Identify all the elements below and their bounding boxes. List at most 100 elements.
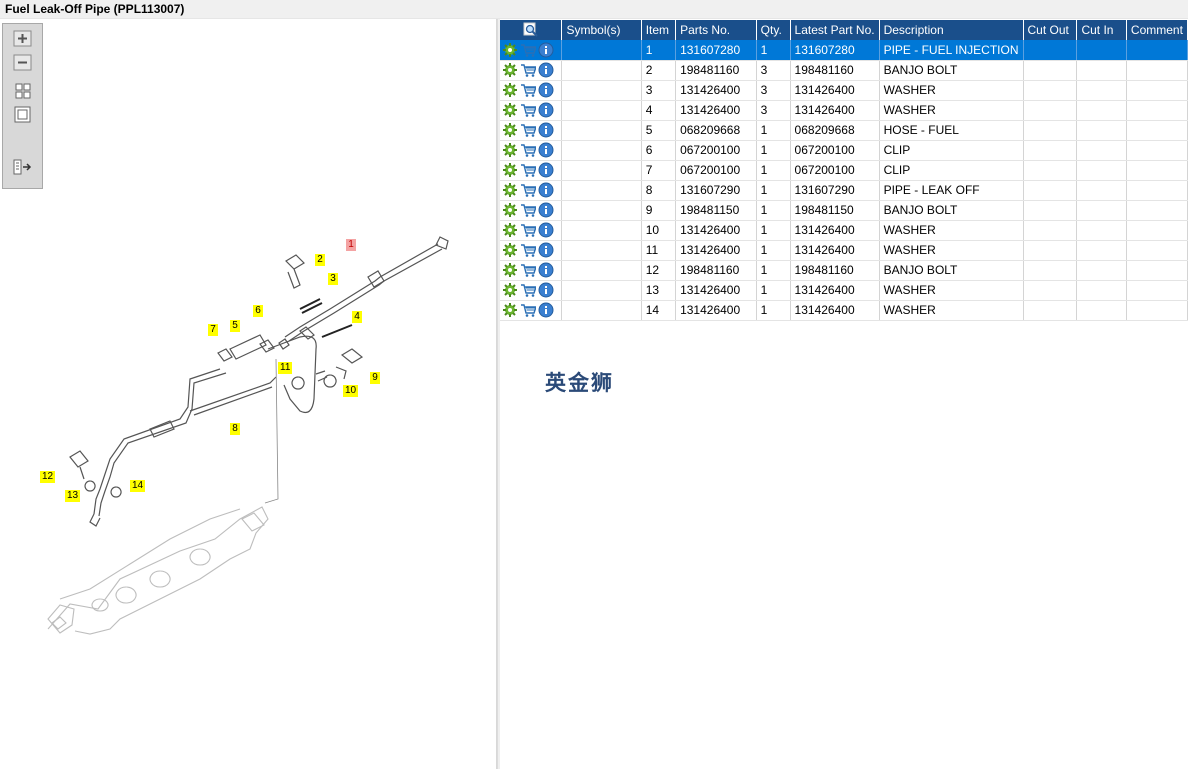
cart-icon[interactable] bbox=[520, 142, 537, 158]
gear-icon[interactable] bbox=[502, 282, 518, 298]
header-cut-in[interactable]: Cut In bbox=[1076, 20, 1127, 40]
info-icon[interactable] bbox=[538, 142, 554, 158]
gear-icon[interactable] bbox=[502, 202, 518, 218]
table-row[interactable]: 9 198481150 1 198481150 BANJO BOLT bbox=[500, 200, 1188, 221]
callout-11[interactable]: 11 bbox=[278, 362, 293, 374]
cart-icon[interactable] bbox=[520, 82, 537, 98]
gear-icon[interactable] bbox=[502, 122, 518, 138]
header-comment[interactable]: Comment bbox=[1126, 20, 1188, 40]
diagram-pane[interactable]: 1 2 3 4 5 6 7 8 9 10 11 12 13 14 bbox=[0, 19, 497, 769]
info-icon[interactable] bbox=[538, 42, 554, 58]
table-row[interactable]: 13 131426400 1 131426400 WASHER bbox=[500, 280, 1188, 301]
cart-icon[interactable] bbox=[520, 102, 537, 118]
table-row[interactable]: 4 131426400 3 131426400 WASHER bbox=[500, 100, 1188, 121]
cart-icon[interactable] bbox=[520, 42, 537, 58]
header-parts-no[interactable]: Parts No. bbox=[675, 20, 757, 40]
cell-latest: 131426400 bbox=[790, 220, 880, 241]
info-icon[interactable] bbox=[538, 122, 554, 138]
cell-symbols bbox=[561, 120, 642, 141]
table-row[interactable]: 11 131426400 1 131426400 WASHER bbox=[500, 240, 1188, 261]
cart-icon[interactable] bbox=[520, 282, 537, 298]
info-icon[interactable] bbox=[538, 242, 554, 258]
gear-icon[interactable] bbox=[502, 162, 518, 178]
table-row[interactable]: 2 198481160 3 198481160 BANJO BOLT bbox=[500, 60, 1188, 81]
actual-size-icon bbox=[14, 106, 31, 123]
gear-icon[interactable] bbox=[502, 42, 518, 58]
gear-icon[interactable] bbox=[502, 182, 518, 198]
actual-size-button[interactable] bbox=[12, 106, 34, 124]
callout-5[interactable]: 5 bbox=[230, 320, 240, 332]
cell-item: 3 bbox=[641, 80, 677, 101]
zoom-in-button[interactable] bbox=[12, 30, 34, 48]
cell-parts-no: 131426400 bbox=[675, 300, 757, 321]
header-description[interactable]: Description bbox=[879, 20, 1024, 40]
info-icon[interactable] bbox=[538, 182, 554, 198]
gear-icon[interactable] bbox=[502, 62, 518, 78]
gear-icon[interactable] bbox=[502, 302, 518, 318]
gear-icon[interactable] bbox=[502, 142, 518, 158]
callout-13[interactable]: 13 bbox=[65, 490, 81, 502]
cell-latest: 131426400 bbox=[790, 80, 880, 101]
cart-icon[interactable] bbox=[520, 222, 537, 238]
cart-icon[interactable] bbox=[520, 62, 537, 78]
header-item[interactable]: Item bbox=[641, 20, 677, 40]
callout-2[interactable]: 2 bbox=[315, 254, 325, 266]
cart-icon[interactable] bbox=[520, 262, 537, 278]
callout-14[interactable]: 14 bbox=[130, 480, 146, 492]
cell-parts-no: 131426400 bbox=[675, 100, 757, 121]
cart-icon[interactable] bbox=[520, 302, 537, 318]
info-icon[interactable] bbox=[538, 262, 554, 278]
callout-12[interactable]: 12 bbox=[40, 471, 56, 483]
cart-icon[interactable] bbox=[520, 242, 537, 258]
table-row[interactable]: 1 131607280 1 131607280 PIPE - FUEL INJECTIO… bbox=[500, 40, 1188, 61]
info-icon[interactable] bbox=[538, 302, 554, 318]
callout-8[interactable]: 8 bbox=[230, 423, 240, 435]
cell-parts-no: 131426400 bbox=[675, 80, 757, 101]
cart-icon[interactable] bbox=[520, 122, 537, 138]
table-row[interactable]: 12 198481160 1 198481160 BANJO BOLT bbox=[500, 260, 1188, 281]
cell-item: 11 bbox=[641, 240, 677, 261]
cell-parts-no: 068209668 bbox=[675, 120, 757, 141]
callout-1[interactable]: 1 bbox=[346, 239, 356, 251]
info-icon[interactable] bbox=[538, 102, 554, 118]
table-row[interactable]: 5 068209668 1 068209668 HOSE - FUEL bbox=[500, 120, 1188, 141]
cell-comment bbox=[1126, 300, 1188, 321]
table-row[interactable]: 7 067200100 1 067200100 CLIP bbox=[500, 160, 1188, 181]
header-symbols[interactable]: Symbol(s) bbox=[561, 20, 642, 40]
callout-6[interactable]: 6 bbox=[253, 305, 263, 317]
fit-window-button[interactable] bbox=[12, 82, 34, 100]
gear-icon[interactable] bbox=[502, 102, 518, 118]
callout-10[interactable]: 10 bbox=[343, 385, 359, 397]
info-icon[interactable] bbox=[538, 82, 554, 98]
info-icon[interactable] bbox=[538, 222, 554, 238]
callout-4[interactable]: 4 bbox=[352, 311, 362, 323]
cell-cut-out bbox=[1023, 100, 1078, 121]
table-row[interactable]: 8 131607290 1 131607290 PIPE - LEAK OFF bbox=[500, 180, 1188, 201]
gear-icon[interactable] bbox=[502, 262, 518, 278]
cart-icon[interactable] bbox=[520, 162, 537, 178]
zoom-out-button[interactable] bbox=[12, 54, 34, 72]
header-search[interactable] bbox=[500, 20, 563, 40]
callout-9[interactable]: 9 bbox=[370, 372, 380, 384]
info-icon[interactable] bbox=[538, 62, 554, 78]
cell-comment bbox=[1126, 80, 1188, 101]
header-qty[interactable]: Qty. bbox=[756, 20, 791, 40]
table-row[interactable]: 3 131426400 3 131426400 WASHER bbox=[500, 80, 1188, 101]
table-row[interactable]: 10 131426400 1 131426400 WASHER bbox=[500, 220, 1188, 241]
toggle-list-button[interactable] bbox=[12, 158, 34, 176]
info-icon[interactable] bbox=[538, 202, 554, 218]
header-latest-part-no[interactable]: Latest Part No. bbox=[790, 20, 880, 40]
gear-icon[interactable] bbox=[502, 82, 518, 98]
callout-3[interactable]: 3 bbox=[328, 273, 338, 285]
cell-desc: WASHER bbox=[879, 280, 1024, 301]
cart-icon[interactable] bbox=[520, 202, 537, 218]
table-row[interactable]: 6 067200100 1 067200100 CLIP bbox=[500, 140, 1188, 161]
gear-icon[interactable] bbox=[502, 222, 518, 238]
cart-icon[interactable] bbox=[520, 182, 537, 198]
callout-7[interactable]: 7 bbox=[208, 324, 218, 336]
info-icon[interactable] bbox=[538, 282, 554, 298]
table-row[interactable]: 14 131426400 1 131426400 WASHER bbox=[500, 300, 1188, 321]
info-icon[interactable] bbox=[538, 162, 554, 178]
gear-icon[interactable] bbox=[502, 242, 518, 258]
header-cut-out[interactable]: Cut Out bbox=[1023, 20, 1078, 40]
